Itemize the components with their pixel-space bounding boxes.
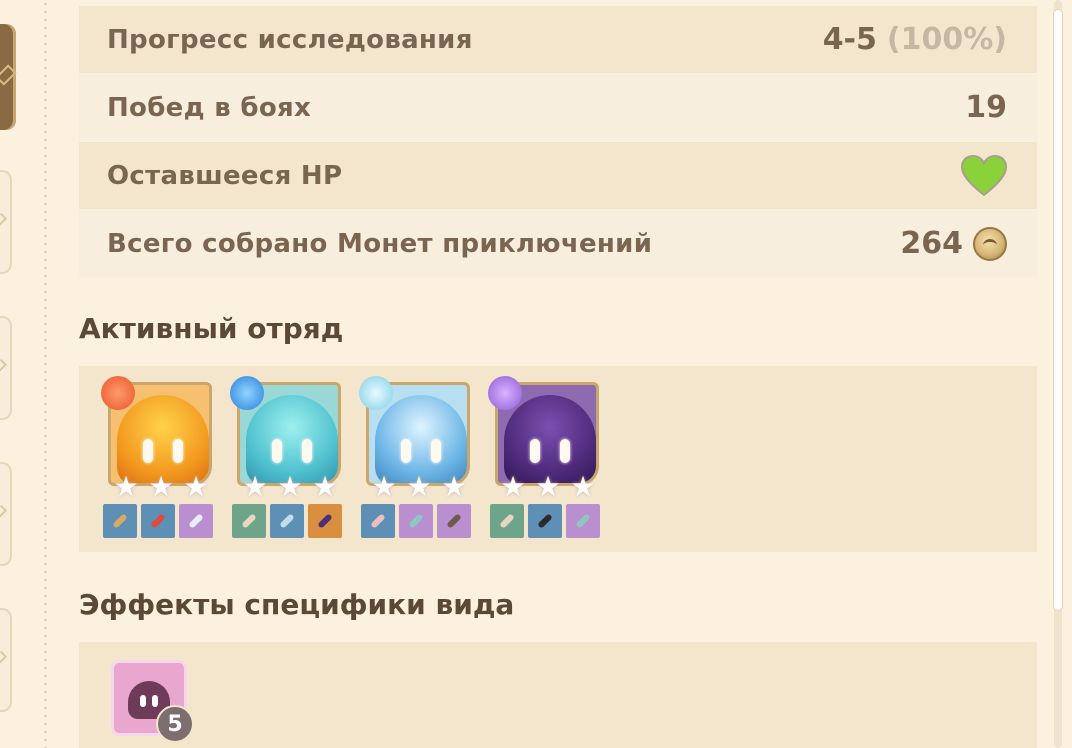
slime-eye [143, 439, 153, 463]
star-icon: ★ [535, 470, 561, 503]
equip-feather-icon[interactable] [141, 504, 175, 538]
star-icon: ★ [242, 470, 268, 503]
dotted-divider [44, 0, 47, 748]
team-section-title: Активный отряд [79, 312, 344, 345]
rail-tab-2[interactable] [0, 170, 12, 274]
stat-row-victories: Побед в боях 19 [79, 74, 1037, 141]
hp-value [961, 154, 1007, 197]
team-member-electro-slime[interactable]: ★ ★ ★ [488, 376, 602, 542]
stat-value: 4-5 (100%) [823, 22, 1007, 57]
slime-effect-icon[interactable]: 5 [111, 660, 194, 743]
rail-tab-3[interactable] [0, 316, 12, 420]
equip-crab-icon[interactable] [361, 504, 395, 538]
equip-blade-icon[interactable] [179, 504, 213, 538]
stat-row-hp: Оставшееся HP [79, 142, 1037, 209]
stat-row-progress: Прогресс исследования 4-5 (100%) [79, 6, 1037, 73]
equip-book-icon[interactable] [566, 504, 600, 538]
effect-count-badge: 5 [156, 705, 194, 743]
star-icon: ★ [500, 470, 526, 503]
team-member-hydro-slime[interactable]: ★ ★ ★ [230, 376, 344, 542]
equip-greatsword-icon[interactable] [528, 504, 562, 538]
coins-count: 264 [900, 226, 963, 261]
equip-urn-icon[interactable] [308, 504, 342, 538]
star-icon: ★ [148, 470, 174, 503]
cryo-element-icon [359, 376, 393, 410]
slime-eye [140, 695, 146, 707]
team-member-cryo-slime[interactable]: ★ ★ ★ [359, 376, 473, 542]
star-icon: ★ [312, 470, 338, 503]
left-rail [0, 0, 40, 748]
progress-percent: (100%) [886, 22, 1007, 57]
star-icon: ★ [183, 470, 209, 503]
stat-label: Всего собрано Монет приключений [107, 228, 653, 259]
pyro-element-icon [101, 376, 135, 410]
slime-eye [302, 439, 312, 463]
adventure-coin-icon [973, 226, 1007, 261]
slime-eye [401, 439, 411, 463]
hydro-element-icon [230, 376, 264, 410]
equip-sword-icon[interactable] [103, 504, 137, 538]
scrollbar-thumb[interactable] [1054, 10, 1062, 610]
equip-crab-icon[interactable] [232, 504, 266, 538]
star-icon: ★ [406, 470, 432, 503]
star-icon: ★ [441, 470, 467, 503]
star-icon: ★ [371, 470, 397, 503]
star-icon: ★ [113, 470, 139, 503]
star-rating: ★ ★ ★ [500, 470, 596, 503]
equip-book-icon[interactable] [270, 504, 304, 538]
rail-tab-5[interactable] [0, 608, 12, 712]
electro-element-icon [488, 376, 522, 410]
star-icon: ★ [277, 470, 303, 503]
effects-section-title: Эффекты специфики вида [79, 588, 515, 621]
star-icon: ★ [570, 470, 596, 503]
heart-icon [961, 154, 1007, 196]
slime-eye [272, 439, 282, 463]
equip-crab-icon[interactable] [490, 504, 524, 538]
star-rating: ★ ★ ★ [113, 470, 209, 503]
stat-label: Прогресс исследования [107, 24, 473, 55]
star-rating: ★ ★ ★ [242, 470, 338, 503]
equip-scroll-icon[interactable] [399, 504, 433, 538]
slime-eye [152, 695, 158, 707]
slime-eye [560, 439, 570, 463]
coins-value: 264 [900, 226, 1007, 261]
equip-scroll-icon[interactable] [437, 504, 471, 538]
slime-eye [173, 439, 183, 463]
team-panel: ★ ★ ★ ★ ★ ★ ★ ★ ★ ★ ★ ★ [79, 366, 1037, 552]
stat-row-coins: Всего собрано Монет приключений 264 [79, 210, 1037, 277]
victories-value: 19 [965, 90, 1007, 125]
stat-label: Побед в боях [107, 92, 312, 123]
star-rating: ★ ★ ★ [371, 470, 467, 503]
effects-panel: 5 [79, 642, 1037, 748]
progress-value: 4-5 [822, 22, 877, 57]
rail-tab-active[interactable] [0, 24, 16, 130]
rail-tab-4[interactable] [0, 462, 12, 566]
stat-label: Оставшееся HP [107, 160, 343, 191]
team-member-pyro-slime[interactable]: ★ ★ ★ [101, 376, 215, 542]
slime-eye [431, 439, 441, 463]
slime-eye [530, 439, 540, 463]
